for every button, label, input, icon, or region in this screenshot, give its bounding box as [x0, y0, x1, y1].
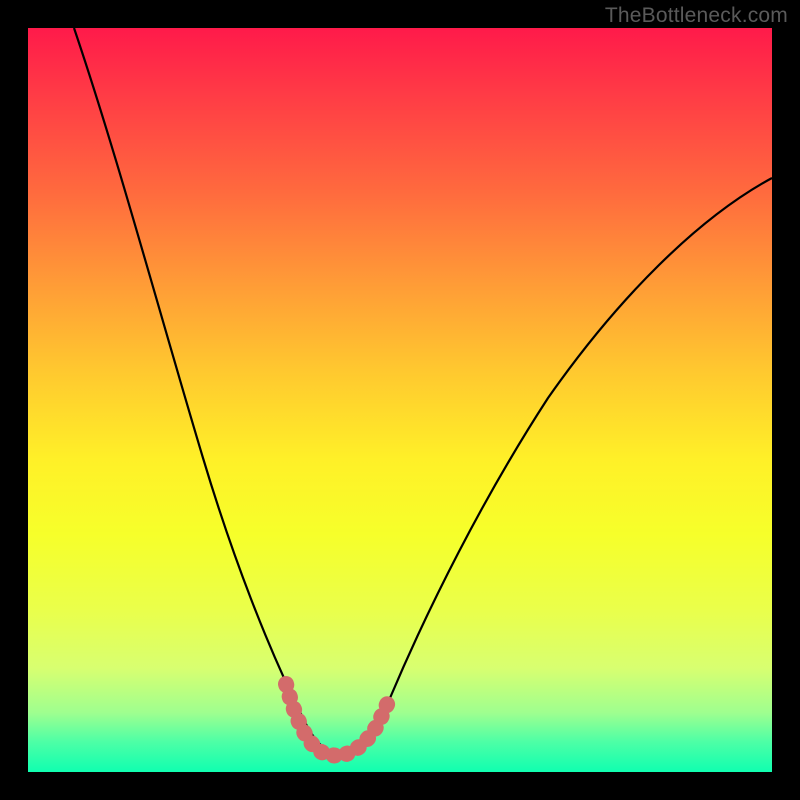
highlight-segment	[286, 684, 390, 756]
chart-frame: TheBottleneck.com	[0, 0, 800, 800]
watermark-text: TheBottleneck.com	[605, 4, 788, 28]
curve-svg	[28, 28, 772, 772]
bottleneck-curve	[74, 28, 772, 754]
plot-area	[28, 28, 772, 772]
